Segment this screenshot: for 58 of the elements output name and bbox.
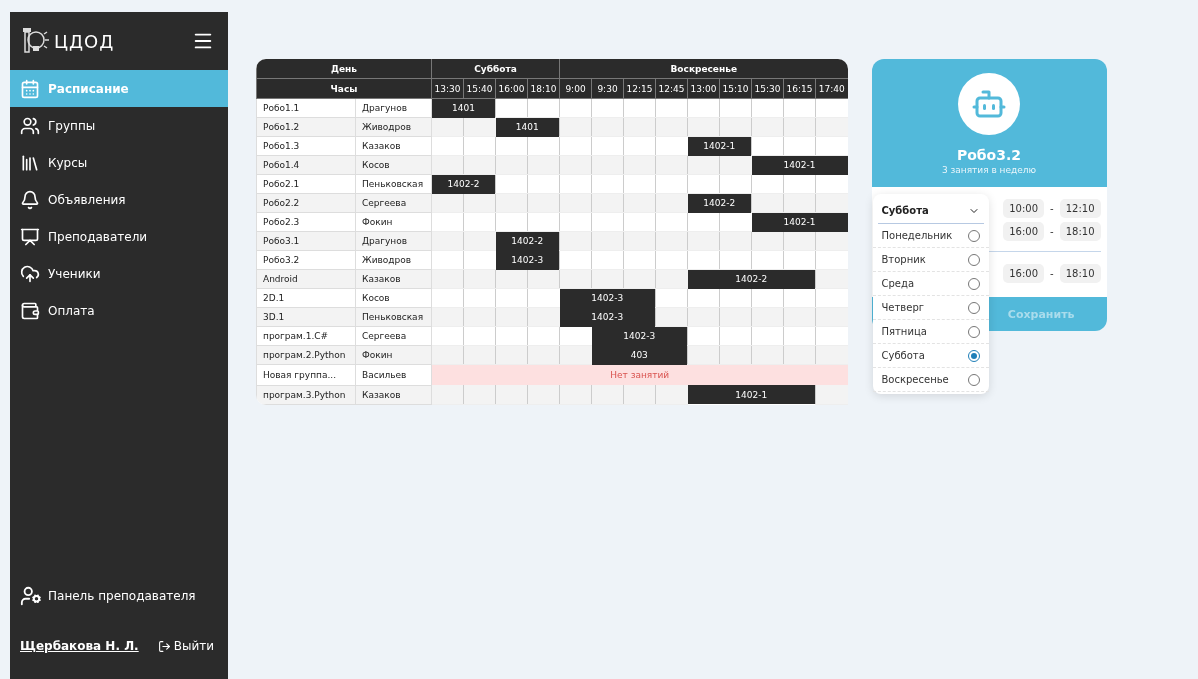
teacher-panel-link[interactable]: Панель преподавателя	[10, 585, 228, 607]
time-header: 15:10	[719, 78, 752, 99]
wallet-icon	[20, 300, 40, 321]
logout-button[interactable]: Выйти	[157, 639, 214, 653]
time-field[interactable]: 10:00	[1003, 199, 1045, 218]
time-header: 12:45	[655, 78, 688, 99]
column-header: День	[256, 59, 432, 79]
no-lessons-cell: Нет занятий	[431, 364, 848, 385]
presentation-icon	[20, 226, 40, 247]
user-gear-icon	[20, 585, 42, 607]
day-option[interactable]: Суббота	[872, 344, 989, 368]
lessons-per-week: 3 занятия в неделю	[941, 165, 1037, 175]
time-header: 16:00	[495, 78, 528, 99]
nav-item[interactable]: Ученики	[10, 255, 228, 292]
user-name-link[interactable]: Щербакова Н. Л.	[20, 639, 139, 653]
nav-item[interactable]: Объявления	[10, 181, 228, 218]
time-separator: -	[1050, 268, 1054, 279]
column-header: Часы	[256, 78, 432, 99]
calendar-icon	[20, 78, 40, 99]
lightbulb-logo-icon	[20, 26, 50, 56]
time-header: 15:30	[751, 78, 784, 99]
time-header: 15:40	[463, 78, 496, 99]
day-option[interactable]: Среда	[872, 272, 989, 296]
time-header: 18:10	[527, 78, 560, 99]
time-field[interactable]: 18:10	[1059, 264, 1101, 283]
time-header: 9:30	[591, 78, 624, 99]
cloud-icon	[20, 263, 40, 284]
day-option[interactable]: Понедельник	[872, 224, 989, 248]
day-option[interactable]: Воскресенье	[872, 368, 989, 392]
nav-item[interactable]: Курсы	[10, 144, 228, 181]
nav-item[interactable]: Преподаватели	[10, 218, 228, 255]
day-option[interactable]: Четверг	[872, 296, 989, 320]
time-separator: -	[1050, 203, 1054, 214]
column-header: Суббота	[431, 59, 560, 79]
time-separator: -	[1050, 226, 1054, 237]
time-field[interactable]: 16:00	[1003, 222, 1045, 241]
time-header: 12:15	[623, 78, 656, 99]
nav-item[interactable]: Группы	[10, 107, 228, 144]
time-field[interactable]: 12:10	[1059, 199, 1101, 218]
bell-icon	[20, 189, 40, 210]
time-header: 13:30	[431, 78, 464, 99]
time-header: 16:15	[783, 78, 816, 99]
time-header: 17:40	[815, 78, 848, 99]
table-cell: Новая группа...	[256, 364, 356, 385]
logo-text: ЦДОД	[54, 30, 115, 52]
nav-item[interactable]: Оплата	[10, 292, 228, 329]
time-field[interactable]: 18:10	[1059, 222, 1101, 241]
time-header: 9:00	[559, 78, 592, 99]
column-header: Воскресенье	[559, 59, 848, 79]
day-select[interactable]: Суббота	[877, 198, 984, 224]
time-header: 13:00	[687, 78, 720, 99]
time-field[interactable]: 16:00	[1003, 264, 1045, 283]
users-icon	[20, 115, 40, 136]
day-option[interactable]: Пятница	[872, 320, 989, 344]
group-title: Робо3.2	[956, 147, 1022, 163]
day-option[interactable]: Вторник	[872, 248, 989, 272]
lesson-block[interactable]: 1402-1	[687, 385, 816, 404]
logout-icon	[157, 639, 171, 653]
